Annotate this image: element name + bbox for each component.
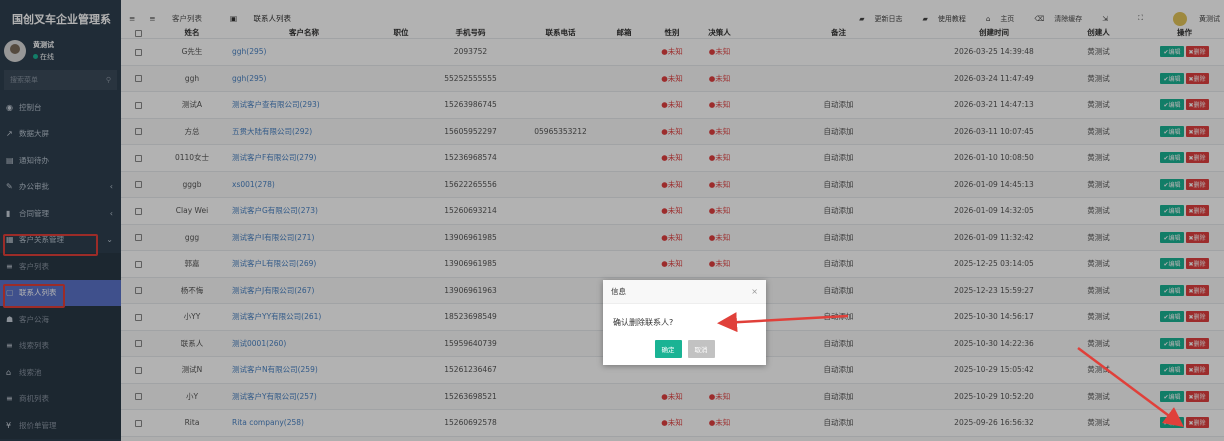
dialog-message: 确认删除联系人? (613, 318, 674, 327)
confirm-dialog: 信息 × 确认删除联系人? 确定 取消 (603, 280, 766, 365)
modal-overlay[interactable] (0, 0, 1224, 441)
dialog-title: 信息 (611, 287, 626, 296)
cancel-button[interactable]: 取消 (687, 340, 715, 358)
close-icon[interactable]: × (751, 287, 758, 296)
confirm-button[interactable]: 确定 (654, 340, 682, 358)
